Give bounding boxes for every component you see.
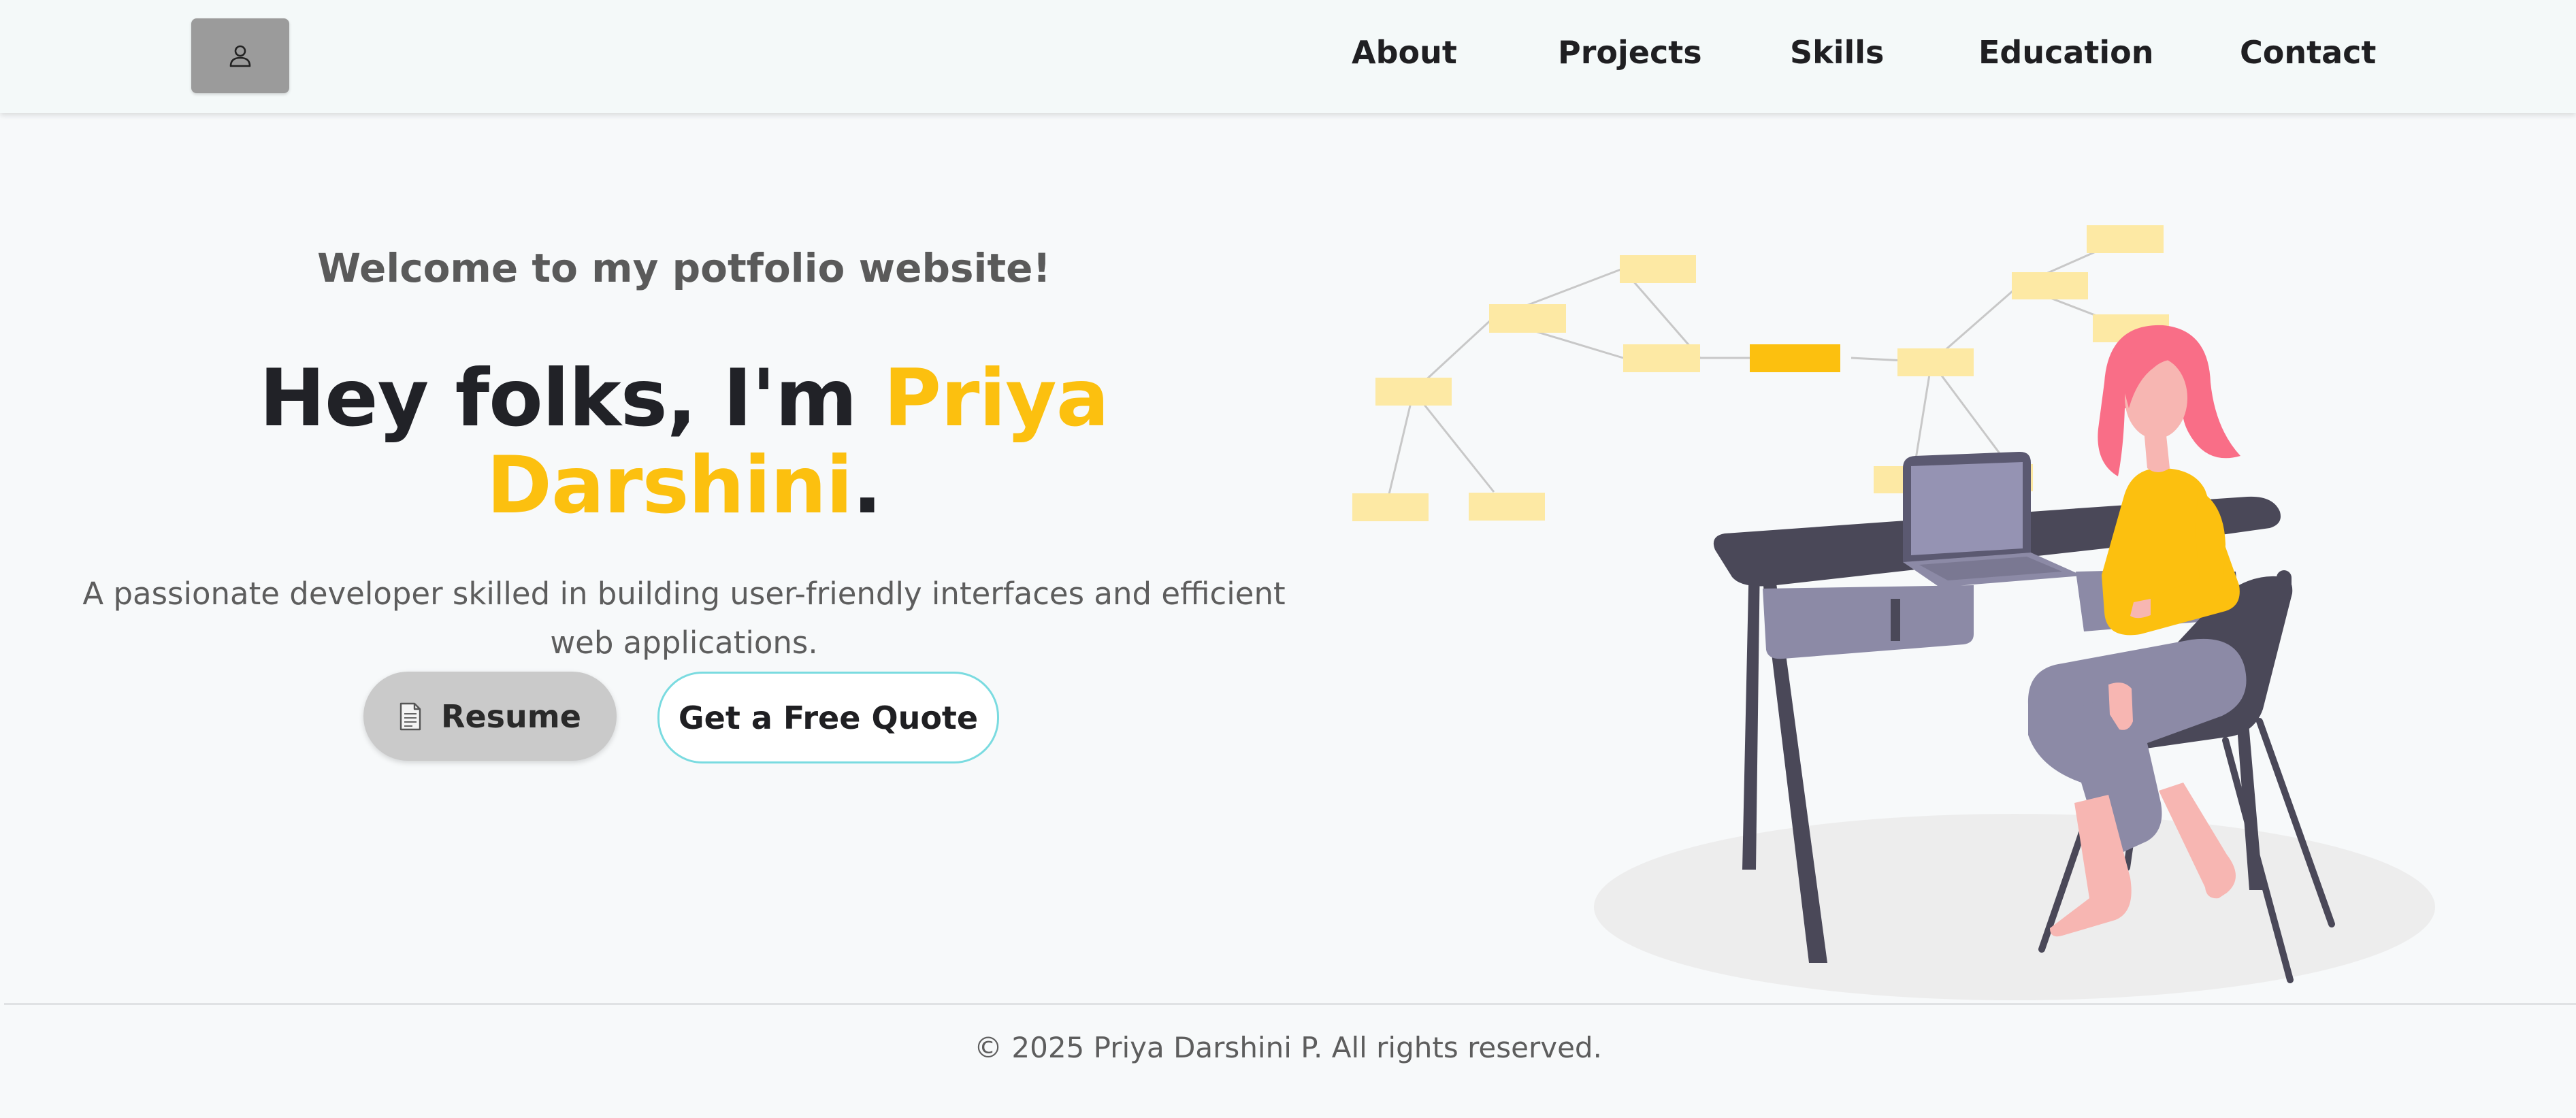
profile-logo-button[interactable] [191,18,289,93]
mind-map-notes [1352,225,2169,521]
nav-link-education[interactable]: Education [1978,34,2154,71]
desk-drawer [1763,585,1974,659]
nav-link-skills[interactable]: Skills [1790,34,1884,71]
nav-link-projects[interactable]: Projects [1558,34,1702,71]
headline-period: . [852,439,882,531]
get-quote-button[interactable]: Get a Free Quote [657,672,999,763]
hero-tagline: A passionate developer skilled in buildi… [82,576,1286,661]
user-icon [229,45,251,67]
resume-button[interactable]: Resume [363,672,617,761]
hero-intro: Welcome to my potfolio website! Hey folk… [68,245,1300,668]
nav-link-contact[interactable]: Contact [2240,34,2376,71]
hero-headline: Hey folks, I'm Priya Darshini. [68,355,1300,529]
footer-divider [4,1003,2576,1005]
top-navbar: About Projects Skills Education Contact [0,0,2576,113]
document-icon [400,702,421,730]
footer-copyright: © 2025 Priya Darshini P. All rights rese… [974,1031,1602,1064]
developer-desk-illustration [1352,225,2435,1000]
resume-button-label: Resume [441,697,581,735]
headline-greeting: Hey folks, I'm [259,352,884,444]
mind-map-highlight-note [1750,344,1840,372]
floor-shadow [1594,814,2435,1000]
welcome-text: Welcome to my potfolio website! [317,245,1051,291]
nav-link-about[interactable]: About [1352,34,1457,71]
